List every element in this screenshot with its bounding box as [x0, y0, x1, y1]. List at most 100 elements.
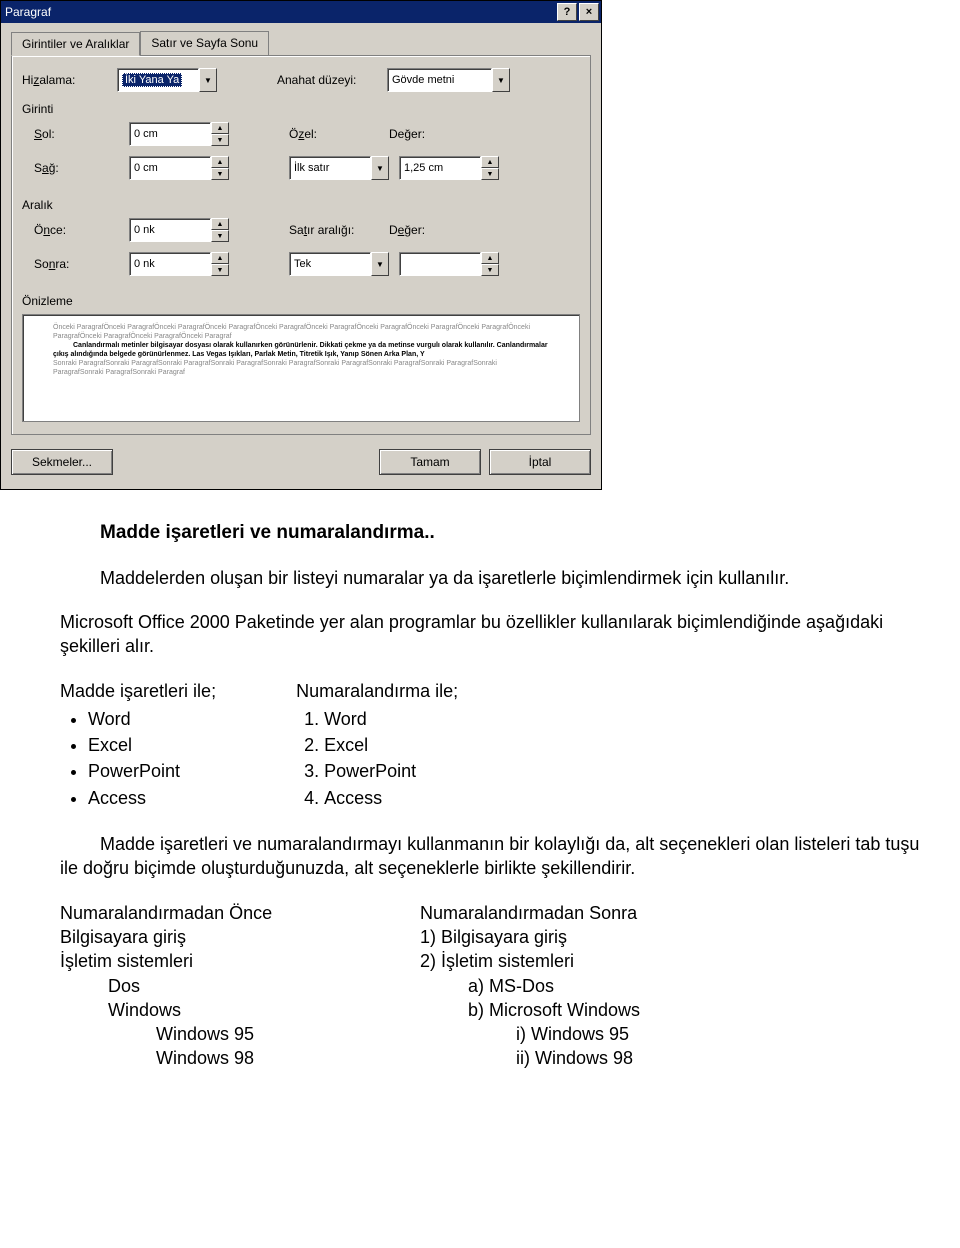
- ok-button[interactable]: Tamam: [379, 449, 481, 475]
- help-button[interactable]: ?: [557, 3, 577, 21]
- left-spinner[interactable]: 0 cm ▲▼: [129, 122, 229, 146]
- right-value: 0 cm: [134, 162, 158, 174]
- numbers-title: Numaralandırma ile;: [296, 679, 458, 703]
- list-item: b) Microsoft Windows: [468, 998, 780, 1022]
- after-spinner[interactable]: 0 nk ▲▼: [129, 252, 229, 276]
- list-item: Word: [324, 707, 458, 731]
- before-value: 0 nk: [134, 224, 155, 236]
- paragraph-2: Microsoft Office 2000 Paketinde yer alan…: [60, 610, 930, 659]
- list-item: ii) Windows 98: [516, 1046, 780, 1070]
- outline-label: Anahat düzeyi:: [277, 73, 356, 87]
- tabs-button[interactable]: Sekmeler...: [11, 449, 113, 475]
- at-label: Değer:: [389, 223, 425, 237]
- before-header: Numaralandırmadan Önce: [60, 901, 420, 925]
- cancel-button[interactable]: İptal: [489, 449, 591, 475]
- by-label: Değer:: [389, 127, 425, 141]
- after-column: Numaralandırmadan Sonra 1) Bilgisayara g…: [420, 901, 780, 1071]
- indent-group-label: Girinti: [22, 102, 574, 116]
- chevron-down-icon[interactable]: ▼: [199, 68, 217, 92]
- list-item: Access: [88, 786, 216, 810]
- list-item: Windows: [108, 998, 420, 1022]
- list-item: 1) Bilgisayara giriş: [420, 925, 780, 949]
- by-spinner[interactable]: 1,25 cm ▲▼: [399, 156, 499, 180]
- list-item: Windows 95: [156, 1022, 420, 1046]
- down-arrow-icon[interactable]: ▼: [211, 264, 229, 276]
- list-item: İşletim sistemleri: [60, 949, 420, 973]
- chevron-down-icon[interactable]: ▼: [371, 252, 389, 276]
- linespacing-label: Satır aralığı:: [289, 223, 354, 237]
- dialog-title: Paragraf: [5, 5, 51, 19]
- titlebar: Paragraf ? ×: [1, 1, 601, 23]
- list-item: i) Windows 95: [516, 1022, 780, 1046]
- close-button[interactable]: ×: [579, 3, 599, 21]
- list-item: 2) İşletim sistemleri: [420, 949, 780, 973]
- paragraph-1: Maddelerden oluşan bir listeyi numaralar…: [60, 566, 930, 590]
- after-label: Sonra:: [34, 257, 69, 271]
- list-item: Word: [88, 707, 216, 731]
- right-label: Sağ:: [34, 161, 59, 175]
- special-dropdown[interactable]: İlk satır ▼: [289, 156, 389, 180]
- outline-dropdown[interactable]: Gövde metni ▼: [387, 68, 510, 92]
- down-arrow-icon[interactable]: ▼: [211, 230, 229, 242]
- list-item: a) MS-Dos: [468, 974, 780, 998]
- chevron-down-icon[interactable]: ▼: [492, 68, 510, 92]
- after-value: 0 nk: [134, 258, 155, 270]
- before-column: Numaralandırmadan Önce Bilgisayara giriş…: [60, 901, 420, 1071]
- alignment-value: İki Yana Ya: [122, 73, 182, 87]
- chevron-down-icon[interactable]: ▼: [371, 156, 389, 180]
- preview-group-label: Önizleme: [22, 294, 580, 308]
- down-arrow-icon[interactable]: ▼: [211, 134, 229, 146]
- dialog-body: Girintiler ve Aralıklar Satır ve Sayfa S…: [1, 23, 601, 489]
- tab-line-page-breaks[interactable]: Satır ve Sayfa Sonu: [140, 31, 269, 55]
- tab-indents-spacing[interactable]: Girintiler ve Aralıklar: [11, 32, 140, 56]
- preview-line-before: Önceki ParagrafÖnceki ParagrafÖnceki Par…: [53, 323, 549, 341]
- before-label: Önce:: [34, 223, 66, 237]
- number-column: Numaralandırma ile; Word Excel PowerPoin…: [296, 679, 458, 812]
- tab-strip: Girintiler ve Aralıklar Satır ve Sayfa S…: [11, 31, 591, 55]
- list-item: PowerPoint: [324, 759, 458, 783]
- list-item: Access: [324, 786, 458, 810]
- up-arrow-icon[interactable]: ▲: [211, 252, 229, 264]
- down-arrow-icon[interactable]: ▼: [481, 168, 499, 180]
- up-arrow-icon[interactable]: ▲: [211, 218, 229, 230]
- after-header: Numaralandırmadan Sonra: [420, 901, 780, 925]
- titlebar-buttons: ? ×: [557, 3, 599, 21]
- document-content: Madde işaretleri ve numaralandırma.. Mad…: [0, 520, 960, 1111]
- section-heading: Madde işaretleri ve numaralandırma..: [60, 520, 930, 546]
- down-arrow-icon[interactable]: ▼: [211, 168, 229, 180]
- before-spinner[interactable]: 0 nk ▲▼: [129, 218, 229, 242]
- bullet-column: Madde işaretleri ile; Word Excel PowerPo…: [60, 679, 216, 812]
- special-value: İlk satır: [294, 162, 329, 174]
- down-arrow-icon[interactable]: ▼: [481, 264, 499, 276]
- by-value: 1,25 cm: [404, 162, 443, 174]
- up-arrow-icon[interactable]: ▲: [211, 122, 229, 134]
- alignment-dropdown[interactable]: İki Yana Ya ▼: [117, 68, 217, 92]
- linespacing-dropdown[interactable]: Tek ▼: [289, 252, 389, 276]
- at-spinner[interactable]: ▲▼: [399, 252, 499, 276]
- paragraph-dialog: Paragraf ? × Girintiler ve Aralıklar Sat…: [0, 0, 602, 490]
- linespacing-value: Tek: [294, 258, 311, 270]
- outline-value: Gövde metni: [392, 74, 454, 86]
- list-item: Windows 98: [156, 1046, 420, 1070]
- bullets-title: Madde işaretleri ile;: [60, 679, 216, 703]
- preview-line-after: Sonraki ParagrafSonraki ParagrafSonraki …: [53, 359, 549, 377]
- number-list: Word Excel PowerPoint Access: [296, 707, 458, 810]
- alignment-label: Hizalama:: [22, 73, 75, 87]
- up-arrow-icon[interactable]: ▲: [481, 156, 499, 168]
- up-arrow-icon[interactable]: ▲: [481, 252, 499, 264]
- list-item: Dos: [108, 974, 420, 998]
- bullet-list: Word Excel PowerPoint Access: [60, 707, 216, 810]
- list-comparison: Madde işaretleri ile; Word Excel PowerPo…: [60, 679, 930, 812]
- button-row: Sekmeler... Tamam İptal: [11, 449, 591, 475]
- list-item: PowerPoint: [88, 759, 216, 783]
- paragraph-3: Madde işaretleri ve numaralandırmayı kul…: [60, 832, 930, 881]
- left-label: Sol:: [34, 127, 55, 141]
- list-item: Excel: [324, 733, 458, 757]
- preview-box: Önceki ParagrafÖnceki ParagrafÖnceki Par…: [22, 314, 580, 422]
- up-arrow-icon[interactable]: ▲: [211, 156, 229, 168]
- spacing-group-label: Aralık: [22, 198, 580, 212]
- right-spinner[interactable]: 0 cm ▲▼: [129, 156, 229, 180]
- tab-panel: Hizalama: İki Yana Ya ▼ Anahat düzeyi: G…: [11, 55, 591, 435]
- list-item: Excel: [88, 733, 216, 757]
- preview-line-current: Canlandırmalı metinler bilgisayar dosyas…: [53, 341, 549, 359]
